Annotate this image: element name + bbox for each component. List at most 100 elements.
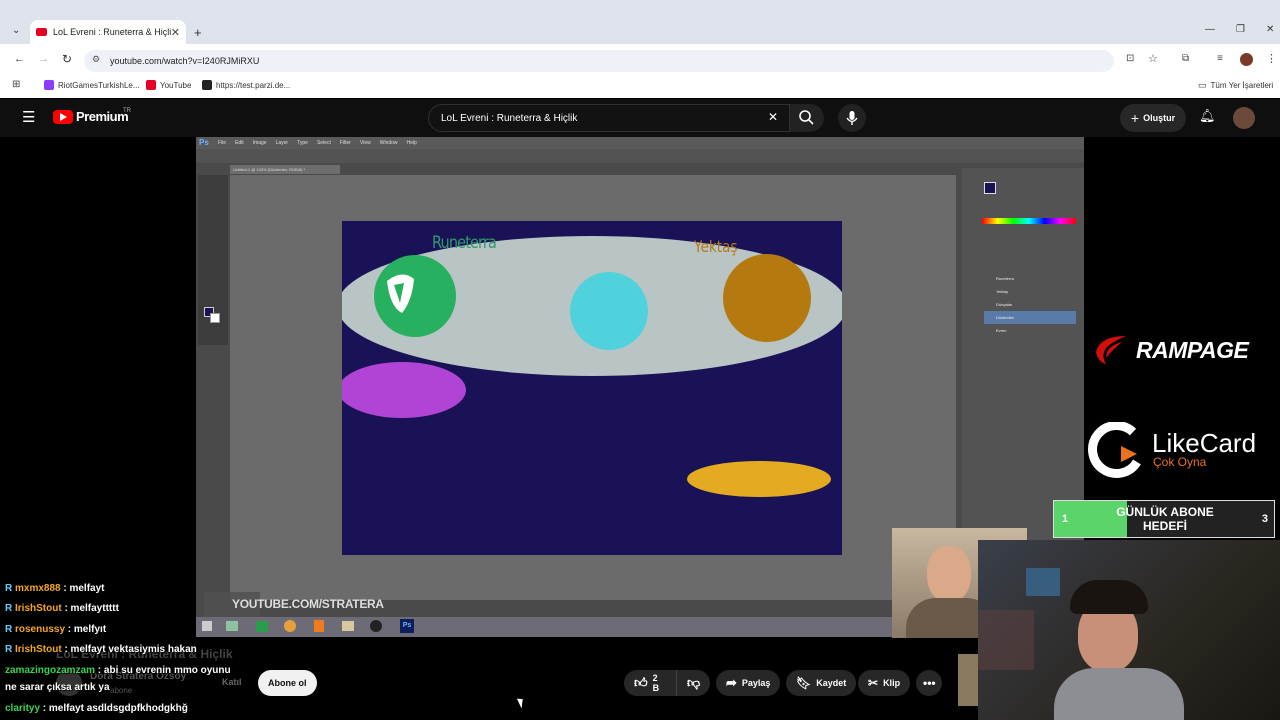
guest-face: [927, 546, 971, 602]
yektas-planet: [723, 254, 811, 342]
chat-message: R rosenussy : melfyıt: [5, 624, 107, 635]
youtube-icon: [146, 80, 156, 90]
search-button[interactable]: [790, 104, 824, 132]
likecard-logo-icon: [1085, 421, 1145, 480]
bookmark-riot[interactable]: RiotGamesTurkishLe...: [44, 80, 140, 90]
obs-icon: [370, 620, 382, 632]
photoshop-logo-icon: Ps: [199, 138, 209, 147]
save-button[interactable]: 🔖︎ Kaydet: [786, 670, 857, 696]
clip-button[interactable]: ✂ Klip: [858, 670, 911, 696]
explorer-icon: [226, 621, 238, 631]
tab-list-chevron-icon[interactable]: ⌄: [12, 25, 20, 36]
orange-ellipse: [687, 461, 831, 497]
thumbs-down-icon: 👎︎: [687, 675, 701, 690]
youtube-favicon-icon: [36, 28, 47, 36]
join-button[interactable]: Katıl: [222, 677, 242, 687]
twitch-icon: [44, 80, 54, 90]
site-icon: [202, 80, 212, 90]
layer-row: Yektaş: [996, 289, 1008, 294]
browser-menu-icon[interactable]: ⋮: [1266, 52, 1277, 65]
tab-title: LoL Evreni : Runeterra & Hiçlik: [53, 27, 171, 37]
notifications-bell-icon[interactable]: 🔔︎: [1199, 108, 1216, 124]
background-swatch: [210, 313, 220, 323]
minimize-icon[interactable]: —: [1205, 24, 1215, 35]
share-arrow-icon: ➦: [726, 675, 737, 690]
cyan-planet: [570, 272, 648, 350]
chat-message: clarityy : melfayt asdldsgdpfkhodgkhğ: [5, 703, 188, 714]
profile-avatar[interactable]: [1240, 53, 1253, 66]
site-info-icon[interactable]: ⚙: [92, 54, 100, 65]
runeterra-label: Runeterra: [432, 233, 497, 253]
voice-search-button[interactable]: [838, 104, 866, 132]
mouse-cursor-icon: [516, 696, 527, 709]
new-tab-icon[interactable]: +: [194, 25, 202, 40]
back-icon[interactable]: ←: [14, 53, 25, 65]
layer-row: Dünyalar: [996, 302, 1013, 307]
photoshop-toolbox: [198, 175, 228, 345]
search-input[interactable]: LoL Evreni : Runeterra & Hiçlik: [428, 104, 790, 132]
bookmarks-bar: ⊞ RiotGamesTurkishLe... YouTube https://…: [0, 76, 1280, 98]
clear-search-icon[interactable]: ✕: [768, 110, 778, 124]
likecard-tagline: Çok Oyna: [1153, 455, 1207, 469]
bookmark-youtube[interactable]: YouTube: [146, 80, 191, 90]
youtube-logo-icon[interactable]: [53, 110, 73, 124]
chat-message-continued: ne sarar çıksa artık ya: [5, 682, 110, 693]
layer-row: Evren: [996, 328, 1007, 333]
yektas-label: Yektaş: [694, 237, 738, 256]
photoshop-options-bar: [196, 149, 1084, 163]
create-button[interactable]: + Oluştur: [1120, 104, 1186, 132]
all-bookmarks[interactable]: ▭ Tüm Yer İşaretleri: [1198, 80, 1273, 91]
more-horizontal-icon: •••: [923, 676, 936, 690]
restore-icon[interactable]: ❐: [1236, 24, 1245, 35]
subscribe-button[interactable]: Abone ol: [258, 670, 317, 696]
channel-watermark: YOUTUBE.COM/STRATERA: [232, 597, 384, 611]
layers-list: Runeterra Yektaş Dünyalar Düzlemler Evre…: [984, 272, 1076, 344]
chat-message: R IrishStout : melfayt vektasiymis hakan: [5, 644, 197, 655]
bookmark-star-icon[interactable]: ☆: [1148, 52, 1158, 65]
photoshop-taskbar-icon: Ps: [400, 619, 414, 633]
media-icon[interactable]: ≡: [1217, 53, 1223, 64]
search-value: LoL Evreni : Runeterra & Hiçlik: [441, 112, 578, 124]
account-avatar[interactable]: [1233, 107, 1255, 129]
menu-icon[interactable]: ☰: [22, 108, 35, 126]
drawing-canvas: [342, 221, 842, 555]
bookmark-parzi[interactable]: https://test.parzi.de...: [202, 80, 290, 90]
dislike-button[interactable]: 👎︎: [676, 670, 710, 696]
browser-tab[interactable]: LoL Evreni : Runeterra & Hiçlik ✕: [30, 20, 186, 44]
folder-app-icon: [342, 621, 354, 631]
extensions-icon[interactable]: ⧉: [1182, 53, 1189, 64]
premium-logo-text[interactable]: Premium: [76, 109, 129, 124]
window-close-icon[interactable]: ✕: [1266, 24, 1274, 35]
thumbnail-image: [958, 654, 978, 706]
forward-icon[interactable]: →: [38, 53, 49, 65]
scissors-icon: ✂: [868, 676, 879, 690]
share-button[interactable]: ➦ Paylaş: [716, 670, 781, 696]
windows-taskbar: Ps: [196, 617, 896, 637]
goal-start-value: 1: [1062, 513, 1069, 525]
address-bar[interactable]: youtube.com/watch?v=I240RJMiRXU: [84, 50, 1114, 72]
chat-badge-icon: R: [5, 624, 15, 635]
folder-icon: ▭: [1198, 80, 1207, 90]
flowers-decoration: [978, 610, 1034, 670]
reload-icon[interactable]: ↻: [62, 52, 72, 66]
chat-message: R IrishStout : melfayttttt: [5, 603, 119, 614]
purple-ellipse: [342, 362, 466, 418]
webcam-streamer: [978, 540, 1280, 720]
goal-title: GÜNLÜK ABONE HEDEFİ: [1116, 505, 1214, 533]
bookmark-icon: 🔖︎: [796, 676, 812, 690]
photoshop-menus: File Edit Image Layer Type Select Filter View Wi…: [218, 140, 417, 146]
tab-close-icon[interactable]: ✕: [171, 26, 180, 39]
like-button[interactable]: 👍︎ 2 B: [624, 670, 676, 696]
region-code: TR: [123, 108, 131, 114]
more-actions-button[interactable]: •••: [916, 670, 942, 696]
url-text: youtube.com/watch?v=I240RJMiRXU: [110, 56, 260, 66]
rampage-logo-icon: [1092, 332, 1130, 366]
streamer-shirt: [1054, 668, 1184, 720]
chat-badge-icon: R: [5, 603, 15, 614]
runeterra-planet: [374, 255, 456, 337]
install-app-icon[interactable]: ⊡: [1126, 53, 1134, 64]
thumbs-up-icon: 👍︎: [634, 675, 648, 690]
chat-message: zamazingozamzam : abi su evrenin mmo oyu…: [5, 665, 231, 676]
apps-grid-icon[interactable]: ⊞: [12, 79, 20, 90]
layer-row: Runeterra: [996, 276, 1014, 281]
